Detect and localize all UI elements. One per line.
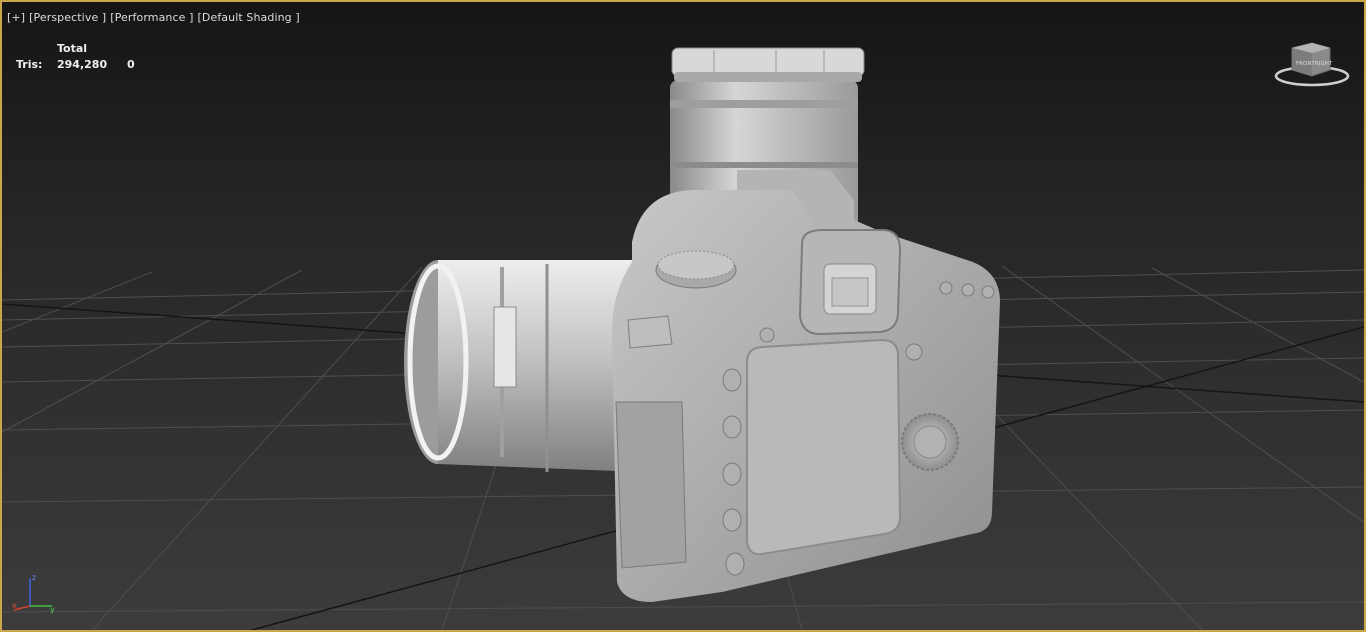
viewcube-front-label[interactable]: FRONT (1296, 61, 1315, 67)
axis-z-label: z (32, 573, 36, 582)
axis-x-label: x (12, 601, 17, 610)
viewcube-right-label[interactable]: RIGHT (1315, 61, 1333, 67)
viewport-label-menu: [+] [Perspective ] [Performance ] [Default … (7, 11, 300, 24)
viewport-general-menu[interactable]: [+] (7, 11, 25, 24)
stats-tris-label: Tris: (16, 58, 43, 71)
stats-tris-row: Tris: 294,280 0 (16, 58, 156, 74)
viewport-performance-menu[interactable]: [Performance ] (110, 11, 193, 24)
stats-total-header: Total (57, 42, 88, 55)
statistics-overlay: Total Tris: 294,280 0 (16, 42, 156, 74)
stats-header-row: Total (16, 42, 156, 58)
viewcube-icon[interactable]: FRONT RIGHT (1272, 40, 1352, 90)
viewport-shading-menu[interactable]: [Default Shading ] (197, 11, 299, 24)
axis-y-label: y (50, 605, 55, 614)
perspective-viewport[interactable]: [+] [Perspective ] [Performance ] [Default … (0, 0, 1366, 632)
viewport-point-of-view-menu[interactable]: [Perspective ] (29, 11, 106, 24)
camera-model (404, 47, 1000, 602)
viewport-scene (2, 47, 1364, 630)
axis-tripod-icon: z x y (12, 573, 55, 614)
stats-tris-selected: 0 (127, 58, 135, 71)
stats-tris-total: 294,280 (57, 58, 108, 71)
